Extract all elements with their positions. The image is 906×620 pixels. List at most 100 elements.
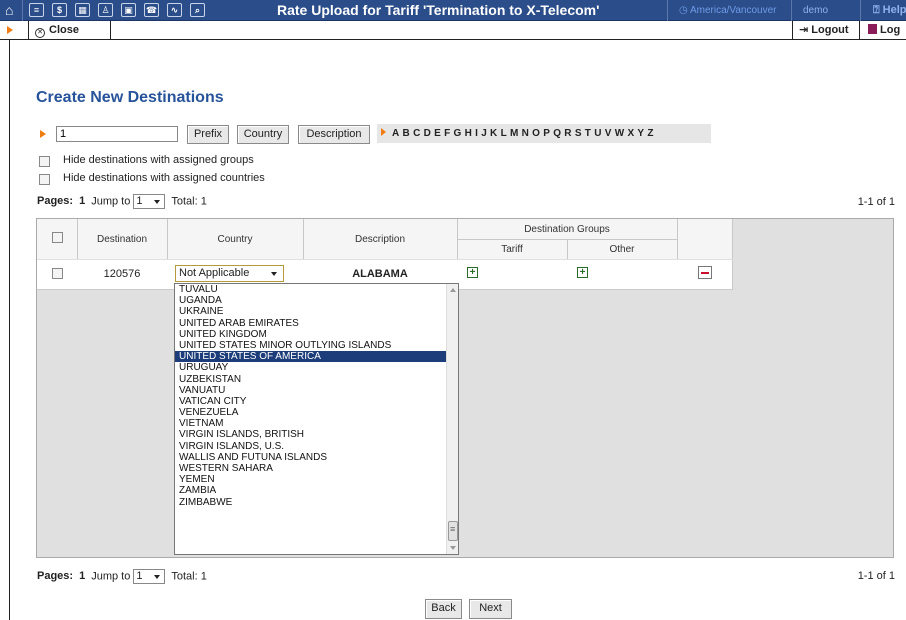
header-destination-groups: Destination Groups xyxy=(524,224,610,235)
log-label: Log xyxy=(880,24,901,36)
logout-button[interactable]: ⇥ Logout xyxy=(792,21,860,40)
letter-filter-f[interactable]: F xyxy=(444,128,450,139)
country-option[interactable]: UNITED ARAB EMIRATES xyxy=(175,318,446,329)
phone-icon[interactable]: ☎ xyxy=(144,3,159,17)
country-option[interactable]: UGANDA xyxy=(175,295,446,306)
letter-filter-p[interactable]: P xyxy=(543,128,550,139)
person-icon[interactable]: ♙ xyxy=(98,3,113,17)
country-button[interactable]: Country xyxy=(237,125,289,144)
letter-filter-c[interactable]: C xyxy=(413,128,420,139)
jump-value: 1 xyxy=(136,570,143,582)
next-button[interactable]: Next xyxy=(469,599,512,619)
letter-filter-s[interactable]: S xyxy=(575,128,582,139)
delete-row-icon[interactable] xyxy=(698,266,712,279)
country-option[interactable]: UNITED KINGDOM xyxy=(175,329,446,340)
scrollbar-thumb[interactable] xyxy=(448,521,458,541)
letter-filter-z[interactable]: Z xyxy=(647,128,653,139)
hide-groups-checkbox[interactable] xyxy=(39,156,50,167)
back-button[interactable]: Back xyxy=(425,599,462,619)
letter-filter-h[interactable]: H xyxy=(465,128,472,139)
letter-filter-o[interactable]: O xyxy=(532,128,540,139)
filter-input[interactable] xyxy=(56,126,178,142)
country-option[interactable]: URUGUAY xyxy=(175,362,446,373)
letter-filter-m[interactable]: M xyxy=(510,128,518,139)
hide-countries-checkbox[interactable] xyxy=(39,174,50,185)
country-option[interactable]: UZBEKISTAN xyxy=(175,374,446,385)
scroll-down-icon[interactable] xyxy=(450,546,456,550)
page-left-border xyxy=(9,40,10,620)
country-option[interactable]: UNITED STATES OF AMERICA xyxy=(175,351,446,363)
list-icon[interactable]: ≡ xyxy=(29,3,44,17)
header-country[interactable]: Country xyxy=(167,234,303,245)
country-option[interactable]: ZIMBABWE xyxy=(175,497,446,508)
scroll-up-icon[interactable] xyxy=(450,288,456,292)
letter-filter-t[interactable]: T xyxy=(585,128,591,139)
country-option[interactable]: VIETNAM xyxy=(175,418,446,429)
timezone-indicator[interactable]: ◷ America/Vancouver xyxy=(679,0,776,21)
chart-icon[interactable]: ∿ xyxy=(167,3,182,17)
dollar-icon[interactable]: $ xyxy=(52,3,67,17)
letter-filter-e[interactable]: E xyxy=(434,128,441,139)
letter-filter-j[interactable]: J xyxy=(481,128,487,139)
letter-filter-v[interactable]: V xyxy=(605,128,612,139)
country-option[interactable]: WESTERN SAHARA xyxy=(175,463,446,474)
letter-filter-d[interactable]: D xyxy=(424,128,431,139)
add-tariff-group-icon[interactable]: + xyxy=(467,267,478,278)
letter-filter-y[interactable]: Y xyxy=(637,128,644,139)
header-tariff[interactable]: Tariff xyxy=(457,244,567,255)
page-number[interactable]: 1 xyxy=(79,195,85,207)
description-button[interactable]: Description xyxy=(298,125,370,144)
top-toolbar: ⌂ ≡ $ ▦ ♙ ▣ ☎ ∿ ⌕ Rate Upload for Tariff… xyxy=(0,0,906,21)
country-option[interactable]: VIRGIN ISLANDS, U.S. xyxy=(175,441,446,452)
country-option[interactable]: VIRGIN ISLANDS, BRITISH xyxy=(175,429,446,440)
country-option[interactable]: YEMEN xyxy=(175,474,446,485)
jump-select[interactable]: 1 xyxy=(133,194,166,209)
letter-filter-i[interactable]: I xyxy=(475,128,478,139)
country-option[interactable]: TUVALU xyxy=(175,284,446,295)
select-all-checkbox[interactable] xyxy=(52,232,63,243)
country-select[interactable]: Not Applicable xyxy=(175,265,284,282)
search-icon[interactable]: ⌕ xyxy=(190,3,205,17)
header-destination[interactable]: Destination xyxy=(77,234,167,245)
header-description[interactable]: Description xyxy=(303,234,457,245)
header-other[interactable]: Other xyxy=(567,244,677,255)
letter-filter-a[interactable]: A xyxy=(392,128,399,139)
dropdown-scrollbar[interactable] xyxy=(446,284,458,554)
country-option[interactable]: VATICAN CITY xyxy=(175,396,446,407)
toolbar-divider xyxy=(860,0,861,21)
user-name[interactable]: demo xyxy=(803,0,828,21)
letter-filter-k[interactable]: K xyxy=(490,128,497,139)
letter-filter-g[interactable]: G xyxy=(454,128,462,139)
clock-icon: ◷ xyxy=(679,5,690,16)
letter-filter-u[interactable]: U xyxy=(594,128,601,139)
expand-arrow-icon[interactable] xyxy=(7,26,13,34)
country-dropdown-list[interactable]: TUVALU UGANDA UKRAINE UNITED ARAB EMIRATES U… xyxy=(174,283,459,555)
hide-countries-label: Hide destinations with assigned countrie… xyxy=(63,172,265,184)
add-other-group-icon[interactable]: + xyxy=(577,267,588,278)
jump-select[interactable]: 1 xyxy=(133,569,166,584)
country-option[interactable]: UNITED STATES MINOR OUTLYING ISLANDS xyxy=(175,340,446,351)
letter-filter-r[interactable]: R xyxy=(564,128,571,139)
filter-arrow-icon xyxy=(40,130,46,138)
close-button[interactable]: ✕ Close xyxy=(28,21,111,40)
letter-filter-x[interactable]: X xyxy=(627,128,634,139)
country-option[interactable]: UKRAINE xyxy=(175,306,446,317)
letter-filter-n[interactable]: N xyxy=(522,128,529,139)
country-option[interactable]: WALLIS AND FUTUNA ISLANDS xyxy=(175,452,446,463)
country-option[interactable]: VENEZUELA xyxy=(175,407,446,418)
page-number[interactable]: 1 xyxy=(79,570,85,582)
letter-filter-w[interactable]: W xyxy=(615,128,624,139)
country-option[interactable]: ZAMBIA xyxy=(175,485,446,496)
letter-filter-l[interactable]: L xyxy=(501,128,507,139)
log-button[interactable]: Log xyxy=(868,21,900,39)
letter-filter-q[interactable]: Q xyxy=(553,128,561,139)
letter-filter-b[interactable]: B xyxy=(403,128,410,139)
help-link[interactable]: ⍰ Help xyxy=(873,0,906,21)
country-option[interactable]: VANUATU xyxy=(175,385,446,396)
chip-icon[interactable]: ▣ xyxy=(121,3,136,17)
record-count: 1-1 of 1 xyxy=(857,196,895,208)
row-checkbox[interactable] xyxy=(52,268,63,279)
grid-icon[interactable]: ▦ xyxy=(75,3,90,17)
home-icon[interactable]: ⌂ xyxy=(5,1,13,19)
prefix-button[interactable]: Prefix xyxy=(187,125,229,144)
